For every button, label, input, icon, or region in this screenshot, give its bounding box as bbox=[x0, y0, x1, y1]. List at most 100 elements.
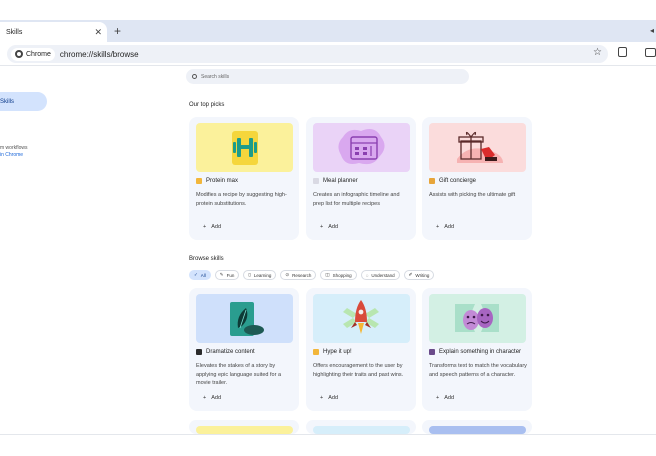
add-label: Add bbox=[211, 395, 222, 401]
card-title-row: Dramatize content bbox=[196, 349, 255, 355]
chip-label: Writing bbox=[415, 272, 430, 278]
toolbar: Chrome chrome://skills/browse ☆ bbox=[0, 42, 656, 66]
card-description: Creates an infographic timeline and prep… bbox=[313, 192, 400, 207]
url-text[interactable]: chrome://skills/browse bbox=[60, 50, 139, 59]
chrome-icon bbox=[15, 50, 23, 58]
card-description: Transforms text to match the vocabulary … bbox=[429, 363, 527, 378]
filter-chip-understand[interactable]: ◌ Understand bbox=[360, 270, 400, 280]
plus-icon: + bbox=[436, 224, 440, 230]
section-title-browse-skills: Browse skills bbox=[189, 256, 224, 262]
hype-it-up-illustration bbox=[313, 294, 410, 343]
clapperboard-icon bbox=[196, 349, 202, 355]
filter-chip-shopping[interactable]: ◫ Shopping bbox=[320, 270, 357, 280]
tab-search-icon[interactable]: ◂ bbox=[650, 22, 654, 40]
protein-max-illustration bbox=[196, 123, 293, 172]
filter-chips: ✓ All ✎ Fun ▯ Learning ⊙ Research ◫ Shopping … bbox=[189, 270, 435, 280]
tab-strip: Skills ✕ + ◂ bbox=[0, 20, 656, 42]
card-description: Assists with picking the ultimate gift bbox=[429, 192, 516, 198]
filter-chip-learning[interactable]: ▯ Learning bbox=[243, 270, 277, 280]
filter-chip-research[interactable]: ⊙ Research bbox=[280, 270, 317, 280]
card-illustration bbox=[196, 426, 293, 434]
card-description: Offers encouragement to the user by high… bbox=[313, 363, 404, 378]
fun-icon: ✎ bbox=[219, 272, 224, 277]
add-label: Add bbox=[444, 224, 455, 230]
card-illustration bbox=[313, 426, 410, 434]
skill-card-meal-planner[interactable]: Meal planner Creates an infographic time… bbox=[306, 117, 416, 240]
plus-icon: + bbox=[203, 395, 207, 401]
sidebar: Skills m workflows in Chrome bbox=[0, 66, 60, 436]
pen-icon: ✐ bbox=[408, 272, 413, 277]
sidebar-item-skills[interactable]: Skills bbox=[0, 92, 47, 111]
site-chip[interactable]: Chrome bbox=[11, 47, 55, 61]
chip-label: Fun bbox=[226, 272, 235, 278]
sidebar-note: m workflows bbox=[0, 145, 28, 151]
skill-card-protein-max[interactable]: Protein max Modifies a recipe by suggest… bbox=[189, 117, 299, 240]
add-button[interactable]: + Add bbox=[203, 224, 221, 230]
add-label: Add bbox=[444, 395, 455, 401]
chip-label: Shopping bbox=[332, 272, 352, 278]
gift-concierge-illustration bbox=[429, 123, 526, 172]
calendar-icon bbox=[313, 178, 319, 184]
card-title: Meal planner bbox=[323, 178, 358, 184]
add-label: Add bbox=[211, 224, 222, 230]
chip-label: Research bbox=[292, 272, 312, 278]
skill-card-explain-in-character[interactable]: Explain something in character Transform… bbox=[422, 288, 532, 411]
skill-card-partial[interactable] bbox=[422, 420, 532, 434]
skill-card-dramatize-content[interactable]: Dramatize content Elevates the stakes of… bbox=[189, 288, 299, 411]
gift-icon bbox=[429, 178, 435, 184]
close-icon[interactable]: ✕ bbox=[94, 26, 102, 38]
card-title: Protein max bbox=[206, 178, 239, 184]
card-title-row: Protein max bbox=[196, 178, 238, 184]
sidebar-link[interactable]: in Chrome bbox=[0, 152, 23, 158]
check-icon: ✓ bbox=[194, 272, 198, 277]
filter-chip-writing[interactable]: ✐ Writing bbox=[403, 270, 435, 280]
bag-icon: ◫ bbox=[325, 272, 330, 277]
card-title-row: Gift concierge bbox=[429, 178, 476, 184]
filter-chip-all[interactable]: ✓ All bbox=[189, 270, 211, 280]
plus-icon: + bbox=[320, 395, 324, 401]
add-label: Add bbox=[328, 395, 339, 401]
add-button[interactable]: + Add bbox=[436, 395, 454, 401]
skill-card-gift-concierge[interactable]: Gift concierge Assists with picking the … bbox=[422, 117, 532, 240]
search-input[interactable]: Search skills bbox=[186, 69, 469, 84]
address-bar[interactable]: Chrome chrome://skills/browse ☆ bbox=[7, 45, 608, 63]
search-placeholder: Search skills bbox=[201, 73, 230, 80]
add-button[interactable]: + Add bbox=[320, 395, 338, 401]
skill-card-hype-it-up[interactable]: Hype it up! Offers encouragement to the … bbox=[306, 288, 416, 411]
chip-label: All bbox=[200, 272, 206, 278]
site-chip-label: Chrome bbox=[26, 50, 51, 58]
side-panel-icon[interactable] bbox=[645, 48, 656, 57]
new-tab-button[interactable]: + bbox=[114, 22, 121, 40]
card-title: Gift concierge bbox=[439, 178, 477, 184]
skill-card-partial[interactable] bbox=[306, 420, 416, 434]
chip-label: Understand bbox=[371, 272, 395, 278]
lightbulb-icon: ◌ bbox=[365, 272, 369, 278]
card-title: Hype it up! bbox=[323, 349, 352, 355]
section-title-top-picks: Our top picks bbox=[189, 102, 225, 108]
card-title-row: Hype it up! bbox=[313, 349, 352, 355]
add-button[interactable]: + Add bbox=[320, 224, 338, 230]
plus-icon: + bbox=[436, 395, 440, 401]
tab-title: Skills bbox=[6, 28, 23, 36]
book-icon: ▯ bbox=[248, 272, 251, 277]
add-button[interactable]: + Add bbox=[436, 224, 454, 230]
research-icon: ⊙ bbox=[285, 272, 290, 277]
add-button[interactable]: + Add bbox=[203, 395, 221, 401]
extensions-icon[interactable] bbox=[618, 47, 627, 57]
meal-planner-illustration bbox=[313, 123, 410, 172]
filter-chip-fun[interactable]: ✎ Fun bbox=[214, 270, 240, 280]
flexed-arm-icon bbox=[196, 178, 202, 184]
card-title: Explain something in character bbox=[439, 349, 522, 355]
chip-label: Learning bbox=[253, 272, 272, 278]
explain-in-character-illustration bbox=[429, 294, 526, 343]
card-title-row: Meal planner bbox=[313, 178, 358, 184]
bookmark-star-icon[interactable]: ☆ bbox=[593, 47, 602, 58]
card-title: Dramatize content bbox=[206, 349, 255, 355]
search-icon bbox=[192, 74, 197, 79]
card-description: Elevates the stakes of a story by applyi… bbox=[196, 363, 282, 386]
card-illustration bbox=[429, 426, 526, 434]
skill-card-partial[interactable] bbox=[189, 420, 299, 434]
card-title-row: Explain something in character bbox=[429, 349, 521, 355]
plus-icon: + bbox=[320, 224, 324, 230]
tab-skills[interactable]: Skills ✕ bbox=[0, 22, 107, 42]
